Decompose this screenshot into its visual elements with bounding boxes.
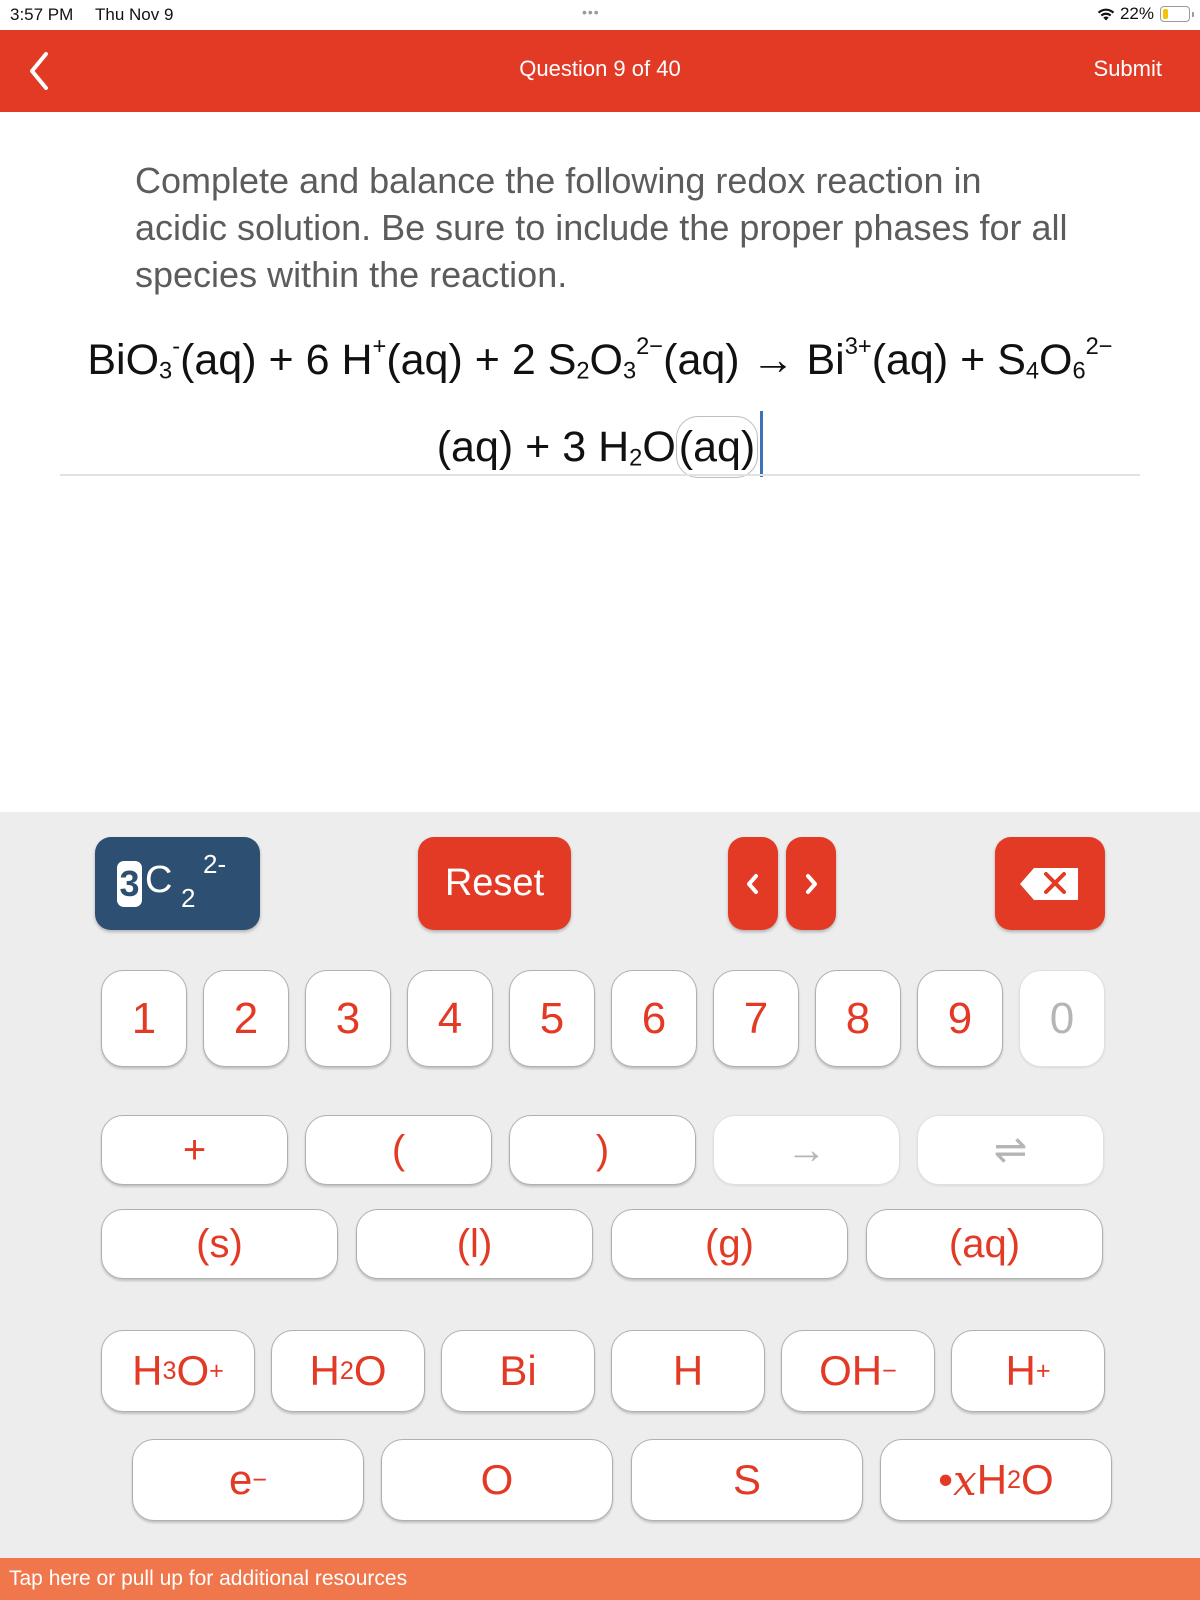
number-key-6[interactable]: 6 [611, 970, 697, 1067]
subscript: 6 [1072, 358, 1086, 385]
phase-label[interactable]: (aq) [872, 336, 948, 384]
status-date: Thu Nov 9 [95, 5, 174, 24]
chevron-left-icon [747, 873, 758, 894]
superscript: 2− [1085, 333, 1113, 360]
equation-species[interactable]: 3 H2O(aq) [562, 416, 759, 479]
subscript: 3 [162, 1356, 177, 1385]
reset-button[interactable]: Reset [418, 837, 571, 930]
number-key-5[interactable]: 5 [509, 970, 595, 1067]
number-key-0: 0 [1019, 970, 1105, 1067]
multitasking-dots-icon[interactable]: ••• [582, 4, 600, 20]
cursor-left-button[interactable] [728, 837, 778, 930]
phase-solid-key[interactable]: (s) [101, 1209, 338, 1279]
status-bar: 3:57 PM Thu Nov 9 ••• 22% [0, 0, 1200, 30]
reaction-arrow-key: → [713, 1115, 900, 1185]
subscript: 2 [629, 445, 643, 472]
subscript: 3 [623, 358, 637, 385]
status-time: 3:57 PM [10, 5, 74, 24]
superscript: - [172, 333, 181, 360]
chevron-right-icon [806, 873, 817, 894]
delete-button[interactable] [995, 837, 1105, 930]
question-prompt: Complete and balance the following redox… [135, 160, 1068, 295]
equation-operator: + [474, 336, 500, 384]
equation-species[interactable]: Bi3+(aq) [807, 333, 949, 384]
open-paren-key[interactable]: ( [305, 1115, 492, 1185]
equation-species[interactable]: BiO3-(aq) [87, 333, 256, 385]
selected-phase[interactable]: (aq) [675, 416, 759, 479]
phase-label[interactable]: (aq) [180, 336, 256, 384]
hydronium-key[interactable]: H 3 O + [101, 1330, 255, 1412]
subscript: 2 [339, 1356, 354, 1385]
subscript: 2 [1007, 1465, 1022, 1494]
backspace-icon [1020, 867, 1078, 900]
sulfur-key[interactable]: S [631, 1439, 863, 1521]
plus-key[interactable]: + [101, 1115, 288, 1185]
hydrate-key[interactable]: • x H2O [880, 1439, 1112, 1521]
hydrogen-key[interactable]: H [611, 1330, 765, 1412]
header-bar: Question 9 of 40 Submit [0, 30, 1200, 112]
equilibrium-arrow-key: ⇌ [917, 1115, 1104, 1185]
electron-key[interactable]: e − [132, 1439, 364, 1521]
chevron-left-icon [30, 52, 48, 90]
equation-operator: + [960, 336, 986, 384]
phase-aqueous-key[interactable]: (aq) [866, 1209, 1103, 1279]
submit-button[interactable]: Submit [1094, 56, 1162, 82]
close-paren-key[interactable]: ) [509, 1115, 696, 1185]
hydroxide-key[interactable]: OH − [781, 1330, 935, 1412]
number-key-9[interactable]: 9 [917, 970, 1003, 1067]
equation-operator: → [751, 336, 795, 384]
subscript: 4 [1025, 358, 1040, 385]
superscript: 2− [636, 333, 664, 360]
phase-label[interactable]: (aq) [386, 336, 462, 384]
question-counter: Question 9 of 40 [519, 56, 681, 81]
chemistry-keyboard: 3 C 2 2- Reset 1234567890 +() → ⇌ (s) (l) (g… [0, 812, 1200, 1560]
back-button[interactable] [22, 48, 62, 94]
proton-key[interactable]: H + [951, 1330, 1105, 1412]
equation-answer-field[interactable]: BiO3-(aq) + 6 H+(aq) + 2 S2O32−(aq) → Bi… [60, 322, 1140, 497]
page: 3:57 PM Thu Nov 9 ••• 22% Question 9 of … [0, 0, 1200, 1600]
superscript: + [372, 333, 387, 360]
answer-underline [60, 474, 1140, 476]
battery-percent: 22% [1119, 4, 1154, 23]
phase-label[interactable]: (aq) [437, 423, 513, 471]
oxygen-key[interactable]: O [381, 1439, 613, 1521]
superscript: 3+ [844, 333, 872, 360]
text-cursor [760, 411, 764, 478]
charge-subscript: 2 [181, 883, 196, 913]
charge-superscript: 2- [203, 849, 227, 879]
number-key-2[interactable]: 2 [203, 970, 289, 1067]
phase-gas-key[interactable]: (g) [611, 1209, 848, 1279]
subscript: 3 [159, 358, 173, 385]
wifi-icon [1097, 8, 1115, 21]
equation-operator: + [525, 423, 551, 472]
equation-operator: + [268, 336, 294, 384]
cursor-right-button[interactable] [786, 837, 836, 930]
number-key-1[interactable]: 1 [101, 970, 187, 1067]
variable-x: x [953, 1455, 977, 1505]
phase-label[interactable]: (aq) [663, 336, 739, 384]
number-key-3[interactable]: 3 [305, 970, 391, 1067]
phase-liquid-key[interactable]: (l) [356, 1209, 593, 1279]
equation-species[interactable]: 6 H+(aq) [306, 333, 463, 384]
subscript: 2 [576, 358, 590, 385]
water-key[interactable]: H2O [271, 1330, 425, 1412]
additional-resources-bar[interactable]: Tap here or pull up for additional resou… [0, 1558, 1200, 1600]
bismuth-key[interactable]: Bi [441, 1330, 595, 1412]
status-indicators: 22% [1096, 4, 1194, 24]
number-key-7[interactable]: 7 [713, 970, 799, 1067]
battery-icon [1160, 6, 1194, 22]
number-key-4[interactable]: 4 [407, 970, 493, 1067]
battery-level-fill [1163, 9, 1169, 19]
battery-tip [1192, 12, 1194, 17]
charge-coefficient: 3 [117, 861, 142, 907]
charge-format-button[interactable]: 3 C 2 2- [95, 837, 260, 930]
equation-species[interactable]: 2 S2O32−(aq) [512, 333, 740, 385]
number-key-8[interactable]: 8 [815, 970, 901, 1067]
charge-element: C [145, 859, 173, 901]
